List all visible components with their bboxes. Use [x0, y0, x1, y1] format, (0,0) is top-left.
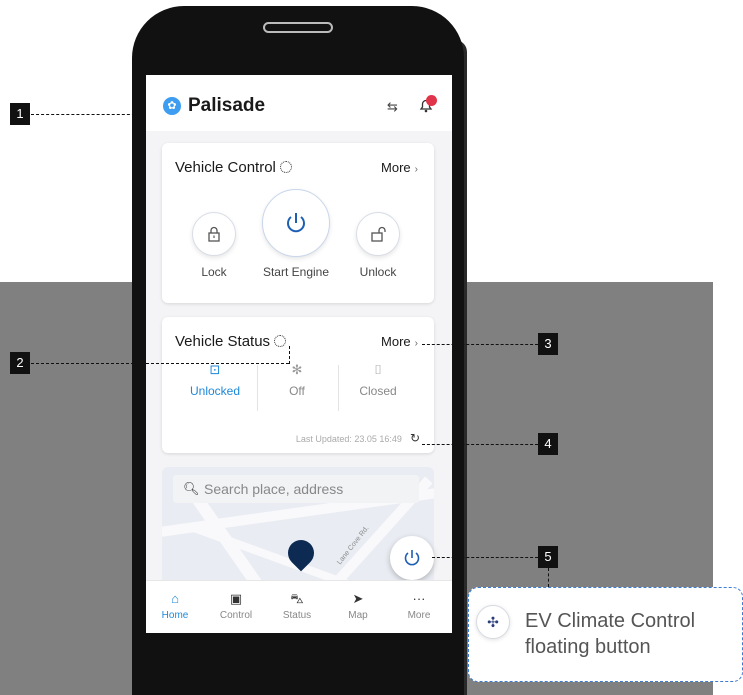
power-icon: [404, 550, 420, 566]
unlock-button[interactable]: [356, 212, 400, 256]
notification-badge: [426, 95, 437, 106]
status-climate-label: Off: [289, 384, 305, 398]
callout-line-3: [422, 344, 538, 345]
more-icon: ···: [412, 591, 426, 606]
nav-map[interactable]: ➤ Map: [330, 591, 386, 621]
divider: [338, 365, 339, 411]
nav-label: Control: [219, 610, 253, 621]
nav-label: More: [407, 610, 431, 621]
ev-climate-floating-button[interactable]: [390, 536, 434, 580]
refresh-icon[interactable]: ↻: [410, 431, 420, 445]
nav-more[interactable]: ··· More: [391, 591, 447, 621]
window-icon: ⌷: [374, 362, 382, 377]
nav-status[interactable]: ⛍ Status: [269, 591, 325, 621]
status-window-label: Closed: [359, 384, 397, 398]
callout-line-2: [31, 363, 289, 364]
settings-gear-icon[interactable]: [279, 161, 292, 173]
callout-badge-4: 4: [538, 433, 558, 455]
unlock-icon: [371, 226, 386, 242]
bottom-nav: ⌂ Home ▣ Control ⛍ Status ➤ Map ··· More: [146, 580, 452, 633]
search-icon: 🔍︎: [183, 481, 200, 496]
search-placeholder: Search place, address: [204, 481, 344, 497]
app-screen: ✿ Palisade ⇆ Vehicle Control More › Lock …: [146, 75, 452, 633]
vehicle-control-title: Vehicle Control: [175, 159, 292, 176]
callout-line-5: [432, 557, 538, 558]
remote-icon: ▣: [229, 591, 243, 606]
fan-off-icon: ✻: [291, 362, 303, 377]
chevron-right-icon: ›: [414, 338, 418, 349]
lock-button[interactable]: [192, 212, 236, 256]
start-engine-label: Start Engine: [262, 265, 330, 279]
door-unlocked-icon: ⊡: [209, 362, 221, 377]
vehicle-control-more-link[interactable]: More ›: [381, 160, 418, 175]
settings-gear-icon[interactable]: [274, 335, 287, 347]
tooltip-text: EV Climate Control floating button: [525, 610, 696, 658]
callout-badge-5: 5: [538, 546, 558, 568]
status-door-label: Unlocked: [189, 384, 241, 398]
lock-icon: [208, 226, 220, 242]
car-icon: ⛍: [290, 591, 304, 606]
fan-icon: ✣: [476, 605, 510, 639]
chevron-right-icon: ›: [414, 164, 418, 175]
map-search-input[interactable]: 🔍︎ Search place, address: [173, 475, 419, 503]
divider: [257, 365, 258, 411]
app-header: ✿ Palisade ⇆: [146, 75, 452, 131]
app-title: Palisade: [188, 95, 266, 116]
lock-label: Lock: [201, 265, 227, 279]
home-icon: ⌂: [171, 591, 179, 606]
status-climate[interactable]: ✻ Off: [259, 362, 335, 398]
start-engine-button[interactable]: [262, 189, 330, 257]
callout-badge-3: 3: [538, 333, 558, 355]
callout-badge-1: 1: [10, 103, 30, 125]
callout-line-4: [422, 444, 538, 445]
navigation-icon: ➤: [352, 591, 364, 606]
status-window[interactable]: ⌷ Closed: [340, 362, 416, 398]
vehicle-status-card: Vehicle Status More › ⊡ Unlocked ✻ Off ⌷ …: [162, 317, 434, 453]
callout-line-2: [289, 346, 290, 364]
phone-speaker: [263, 22, 333, 33]
callout-line-1: [31, 114, 145, 115]
nav-home[interactable]: ⌂ Home: [147, 591, 203, 621]
callout-tooltip: ✣ EV Climate Control floating button: [468, 587, 743, 682]
vehicle-control-card: Vehicle Control More › Lock Start Engine …: [162, 143, 434, 303]
vehicle-status-more-link[interactable]: More ›: [381, 334, 418, 349]
nav-label: Map: [348, 610, 368, 621]
last-updated: Last Updated: 23.05 16:49 ↻: [295, 431, 420, 445]
brand-logo-icon: ✿: [163, 97, 181, 115]
vehicle-status-title: Vehicle Status: [175, 333, 287, 350]
power-icon: [287, 213, 305, 233]
callout-line-5: [548, 568, 549, 587]
nav-label: Status: [282, 610, 312, 621]
status-door[interactable]: ⊡ Unlocked: [177, 362, 253, 398]
nav-control[interactable]: ▣ Control: [208, 591, 264, 621]
switch-vehicle-icon[interactable]: ⇆: [387, 99, 398, 115]
nav-label: Home: [161, 610, 189, 621]
callout-badge-2: 2: [10, 352, 30, 374]
unlock-label: Unlock: [359, 265, 397, 279]
